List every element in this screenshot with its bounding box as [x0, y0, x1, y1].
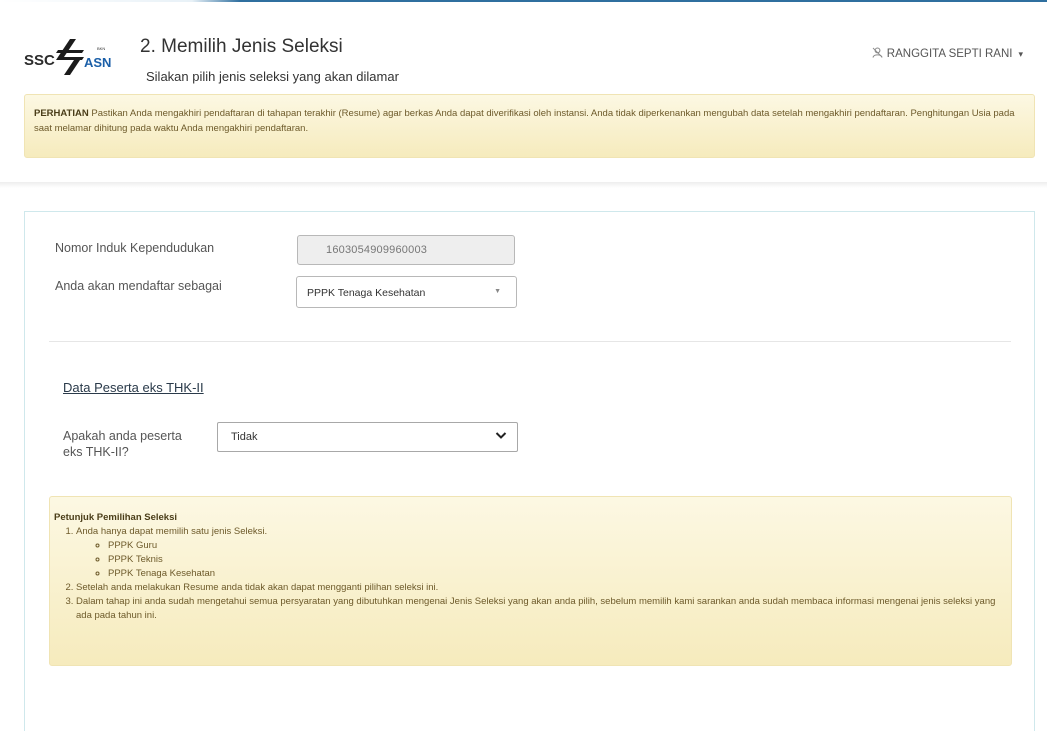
notice-alert: PERHATIAN Pastikan Anda mengakhiri penda…: [24, 94, 1035, 158]
selection-guide-alert: Petunjuk Pemilihan Seleksi Anda hanya da…: [49, 496, 1012, 666]
guide-options-list: PPPK Guru PPPK Teknis PPPK Tenaga Keseha…: [76, 539, 1011, 581]
svg-text:ASN: ASN: [84, 55, 111, 70]
guide-item: Dalam tahap ini anda sudah mengetahui se…: [76, 595, 1011, 623]
sscasn-logo[interactable]: SSC ASN BKN: [24, 36, 116, 76]
notice-label: PERHATIAN: [34, 108, 89, 119]
caret-down-icon: ▼: [494, 288, 501, 295]
section-divider: [0, 182, 1047, 188]
guide-item: Setelah anda melakukan Resume anda tidak…: [76, 581, 1011, 595]
user-icon: [872, 47, 883, 61]
notice-text: Pastikan Anda mengakhiri pendaftaran di …: [34, 108, 1015, 134]
nik-input: 1603054909960003: [297, 235, 515, 265]
nik-label: Nomor Induk Kependudukan: [55, 241, 215, 255]
chevron-down-icon: [494, 428, 508, 442]
user-menu[interactable]: RANGGITA SEPTI RANI ▾: [872, 47, 1023, 61]
svg-text:BKN: BKN: [97, 46, 105, 51]
inner-divider: [49, 341, 1011, 342]
guide-item-text: Anda hanya dapat memilih satu jenis Sele…: [76, 526, 268, 537]
guide-option: PPPK Teknis: [108, 553, 1011, 567]
thk-select-value: Tidak: [231, 431, 258, 443]
guide-title: Petunjuk Pemilihan Seleksi: [54, 512, 178, 523]
guide-option: PPPK Guru: [108, 539, 1011, 553]
thk-select[interactable]: Tidak: [217, 422, 518, 452]
svg-text:SSC: SSC: [24, 52, 55, 69]
registration-type-select[interactable]: PPPK Tenaga Kesehatan ▼: [296, 276, 517, 308]
thk-section-title: Data Peserta eks THK-II: [63, 380, 204, 395]
guide-list: Anda hanya dapat memilih satu jenis Sele…: [54, 525, 1011, 623]
thk-question-label: Apakah anda peserta eks THK-II?: [63, 428, 182, 460]
thk-question-line1: Apakah anda peserta: [63, 429, 182, 443]
guide-item: Anda hanya dapat memilih satu jenis Sele…: [76, 525, 1011, 581]
registration-type-value: PPPK Tenaga Kesehatan: [307, 287, 426, 299]
selection-panel: Nomor Induk Kependudukan 160305490996000…: [24, 211, 1035, 731]
caret-down-icon: ▾: [1018, 48, 1023, 59]
daftar-label: Anda akan mendaftar sebagai: [55, 279, 222, 293]
page-title: 2. Memilih Jenis Seleksi: [140, 36, 343, 57]
guide-option: PPPK Tenaga Kesehatan: [108, 567, 1011, 581]
page-subtitle: Silakan pilih jenis seleksi yang akan di…: [146, 69, 399, 84]
user-name: RANGGITA SEPTI RANI: [886, 48, 1013, 60]
top-accent-bar: [0, 0, 1047, 2]
thk-question-line2: eks THK-II?: [63, 445, 129, 459]
